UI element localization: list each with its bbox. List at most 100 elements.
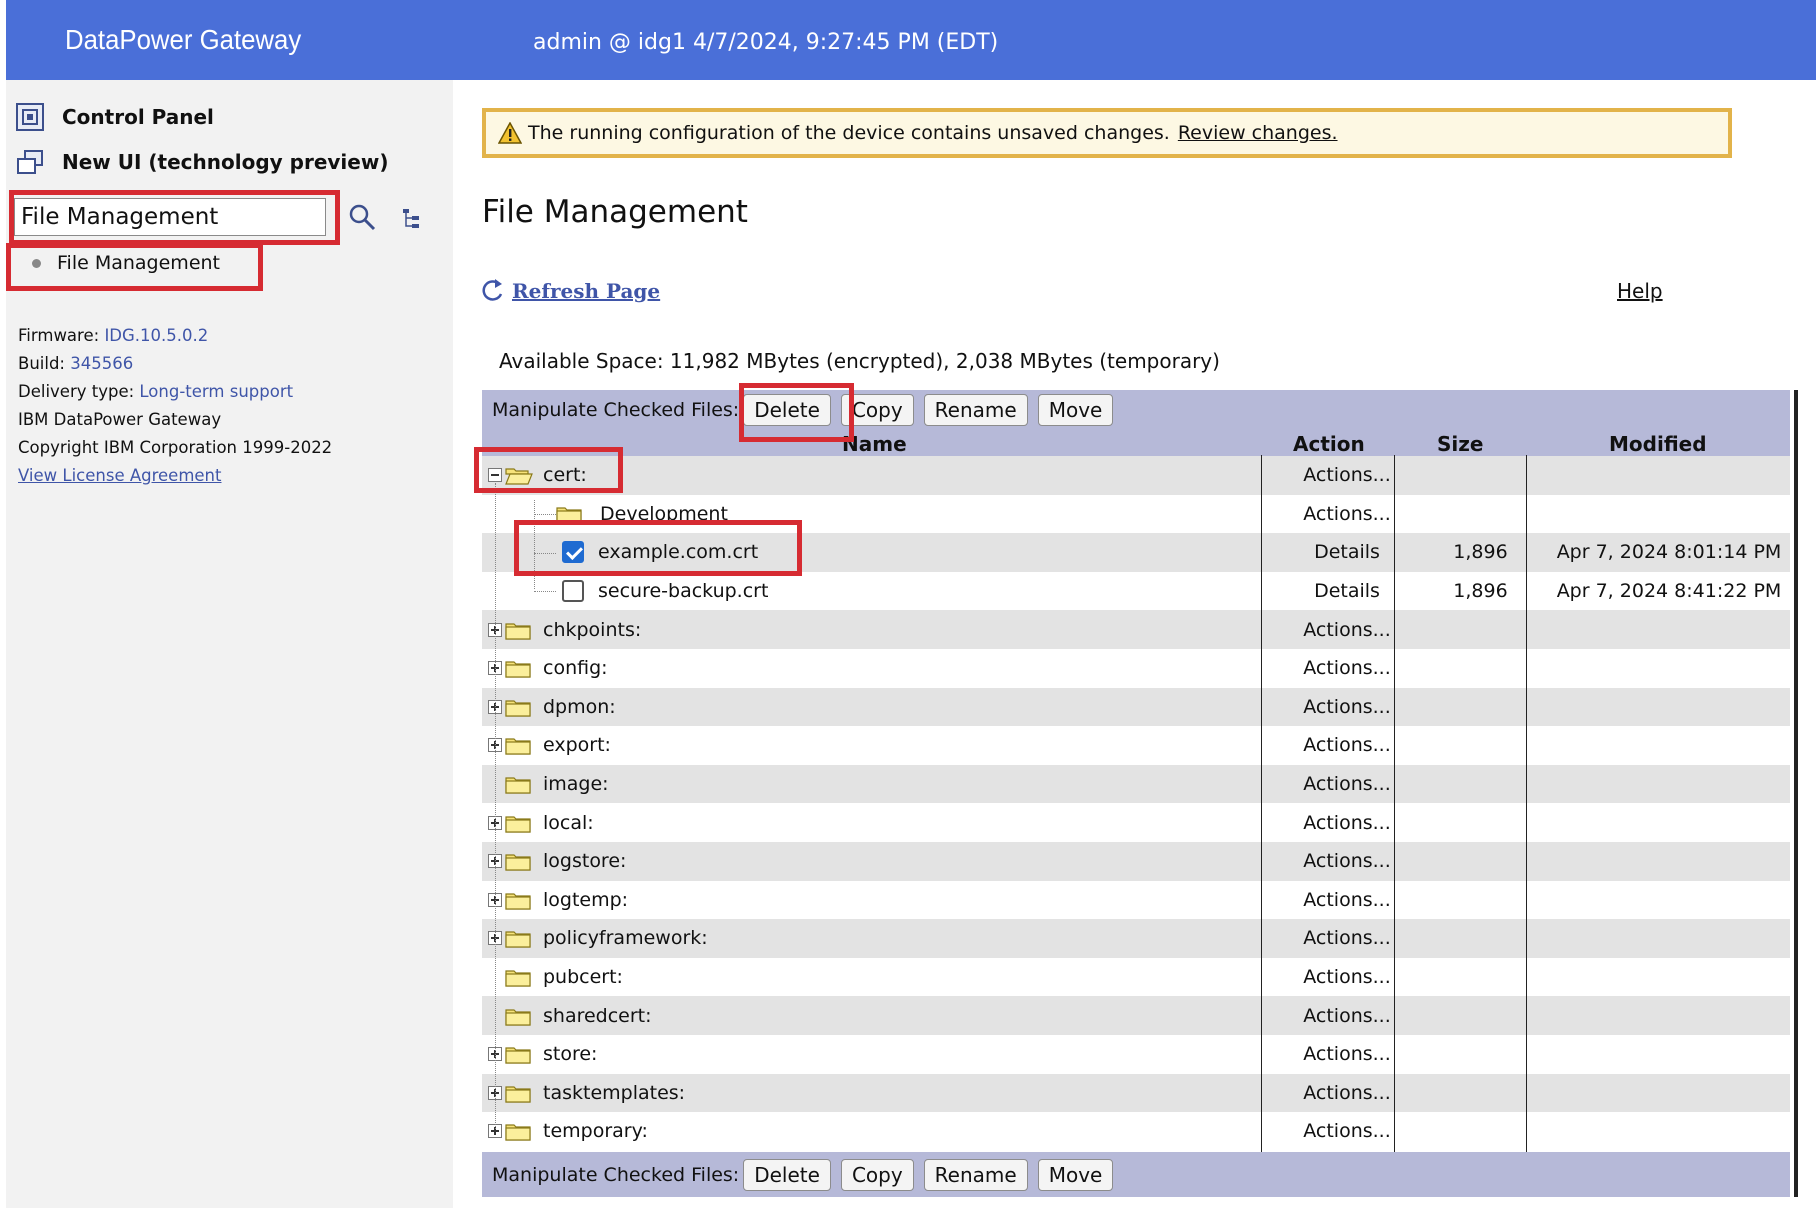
build-value: 345566	[70, 354, 134, 373]
row-name-label: store:	[543, 1043, 598, 1066]
tree-connector	[534, 513, 556, 515]
folder-icon	[505, 928, 531, 949]
table-row: image: Actions...	[482, 764, 1790, 804]
folder-icon	[505, 967, 531, 987]
folder-icon	[505, 1006, 531, 1026]
search-icon[interactable]	[348, 203, 376, 231]
nav-control-panel[interactable]: Control Panel	[16, 103, 214, 131]
search-result-file-management[interactable]: File Management	[32, 252, 220, 274]
build-label: Build:	[18, 354, 65, 373]
row-name-label: config:	[543, 657, 608, 680]
row-name-label: logstore:	[543, 850, 627, 873]
toolbar-label: Manipulate Checked Files:	[492, 1163, 740, 1186]
collapse-icon[interactable]	[488, 468, 502, 483]
file-checkbox[interactable]	[562, 580, 584, 603]
search-result-label: File Management	[57, 252, 220, 274]
folder-icon	[505, 774, 531, 794]
table-row: chkpoints: Actions...	[482, 610, 1790, 649]
copy-button-bottom[interactable]: Copy	[840, 1158, 914, 1191]
refresh-icon	[482, 279, 503, 301]
delete-button[interactable]: Delete	[743, 394, 831, 426]
table-row: config: Actions...	[482, 649, 1790, 688]
review-changes-link[interactable]: Review changes.	[1178, 122, 1338, 144]
row-name-label: pubcert:	[543, 966, 623, 989]
row-name-cell[interactable]: local:	[488, 812, 594, 834]
bottom-toolbar: Manipulate Checked Files: Delete Copy Re…	[482, 1152, 1790, 1197]
table-row: logtemp: Actions...	[482, 881, 1790, 920]
row-name-label: local:	[543, 811, 594, 834]
rename-button-bottom[interactable]: Rename	[923, 1158, 1028, 1191]
row-name-cell[interactable]: dpmon:	[488, 696, 616, 718]
row-name-cell[interactable]: Development	[556, 503, 728, 525]
move-button-bottom[interactable]: Move	[1037, 1158, 1114, 1191]
row-name-cell[interactable]: logstore:	[488, 850, 626, 872]
row-name-cell[interactable]: logtemp:	[488, 889, 628, 911]
row-name-cell[interactable]: tasktemplates:	[488, 1082, 685, 1104]
row-name-label: chkpoints:	[543, 618, 642, 641]
row-name-cell[interactable]: image:	[488, 773, 609, 795]
tree-connector	[534, 591, 556, 593]
app-title: DataPower Gateway	[65, 24, 302, 55]
copyright: Copyright IBM Corporation 1999-2022	[18, 438, 333, 457]
license-link[interactable]: View License Agreement	[18, 466, 222, 485]
row-name-cell[interactable]: policyframework:	[488, 927, 708, 949]
file-checkbox[interactable]	[562, 541, 584, 564]
table-row: sharedcert: Actions...	[482, 996, 1790, 1035]
column-size[interactable]: Size	[1437, 432, 1483, 456]
table-row: example.com.crt Details 1,896 Apr 7, 2024 8…	[482, 533, 1790, 572]
table-row: logstore: Actions...	[482, 842, 1790, 881]
page-title: File Management	[482, 194, 748, 230]
row-name-cell[interactable]: example.com.crt	[562, 541, 758, 564]
column-divider	[1261, 455, 1262, 1152]
search-input[interactable]: File Management	[14, 198, 326, 236]
firmware-value: IDG.10.5.0.2	[104, 326, 209, 345]
help-link[interactable]: Help	[1617, 279, 1663, 303]
table-row: export: Actions...	[482, 726, 1790, 765]
row-name-label: dpmon:	[543, 695, 616, 718]
move-button[interactable]: Move	[1037, 394, 1114, 426]
row-name-cell[interactable]: chkpoints:	[488, 619, 641, 641]
row-name-label: sharedcert:	[543, 1004, 652, 1027]
delivery-value: Long-term support	[139, 382, 294, 401]
toolbar-label: Manipulate Checked Files:	[492, 399, 740, 421]
row-name-cell[interactable]: config:	[488, 657, 608, 679]
folder-icon	[505, 1044, 531, 1064]
firmware-label: Firmware:	[18, 326, 100, 345]
nav-control-panel-label: Control Panel	[62, 105, 214, 129]
row-name-cell[interactable]: store:	[488, 1043, 597, 1065]
row-name-cell[interactable]: cert:	[488, 464, 587, 486]
top-header-bar: DataPower Gateway admin @ idg1 4/7/2024,…	[6, 0, 1816, 80]
column-name[interactable]: Name	[842, 432, 907, 456]
table-row: dpmon: Actions...	[482, 687, 1790, 727]
folder-icon	[556, 504, 582, 524]
session-info: admin @ idg1 4/7/2024, 9:27:45 PM (EDT)	[533, 30, 999, 55]
folder-icon	[505, 1121, 531, 1142]
delivery-label: Delivery type:	[18, 382, 135, 401]
copy-button[interactable]: Copy	[840, 394, 914, 426]
row-name-label: Development	[600, 502, 728, 525]
column-modified[interactable]: Modified	[1609, 432, 1707, 456]
folder-icon	[505, 735, 531, 756]
table-row: temporary: Actions...	[482, 1112, 1790, 1151]
row-name-cell[interactable]: export:	[488, 734, 611, 756]
modified-cell: Apr 7, 2024 8:01:14 PM	[1556, 541, 1782, 564]
tree-connector	[495, 483, 496, 1130]
tree-connector	[534, 552, 556, 554]
row-name-cell[interactable]: temporary:	[488, 1120, 648, 1142]
nav-new-ui[interactable]: New UI (technology preview)	[16, 148, 388, 176]
row-name-label: export:	[543, 734, 611, 757]
row-name-cell[interactable]: sharedcert:	[488, 1005, 652, 1027]
row-name-label: tasktemplates:	[543, 1081, 686, 1104]
refresh-page-link[interactable]: Refresh Page	[482, 278, 660, 304]
column-action: Action	[1293, 432, 1365, 456]
tree-view-icon[interactable]	[402, 208, 420, 230]
folder-icon	[505, 1083, 531, 1103]
delete-button-bottom[interactable]: Delete	[743, 1158, 831, 1191]
control-panel-icon	[16, 103, 44, 131]
table-row: secure-backup.crt Details 1,896 Apr 7, 2024…	[482, 572, 1790, 611]
sidebar: Control Panel New UI (technology preview…	[6, 80, 453, 1208]
row-name-cell[interactable]: secure-backup.crt	[562, 580, 768, 603]
rename-button[interactable]: Rename	[923, 394, 1028, 426]
row-name-cell[interactable]: pubcert:	[488, 966, 623, 988]
top-toolbar: Manipulate Checked Files: Delete Copy Re…	[482, 390, 1790, 430]
